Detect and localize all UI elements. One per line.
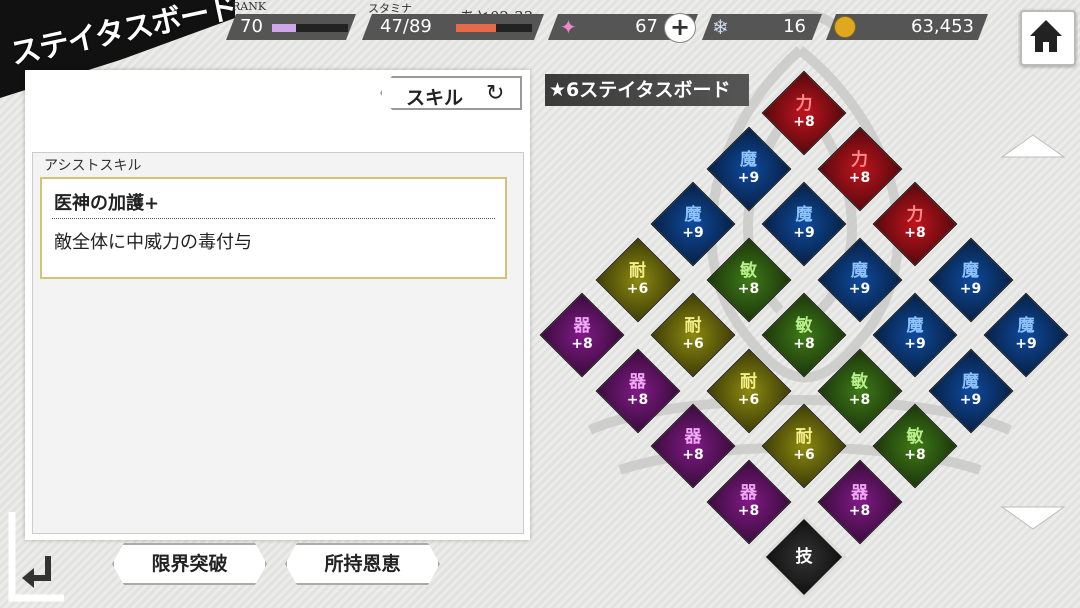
board-tile-value: +8: [848, 391, 871, 408]
board-tile-kind: 敏: [795, 316, 813, 336]
gem-count: 67: [635, 16, 658, 37]
board-tile-value: +9: [959, 391, 982, 408]
board-tile-value: +9: [793, 225, 815, 241]
board-tile-value: +8: [626, 391, 649, 408]
limit-break-button[interactable]: 限界突破: [112, 543, 267, 585]
scroll-down-button[interactable]: [1000, 505, 1066, 531]
board-tile-label: 技: [762, 515, 846, 599]
rank-bar-fill: [272, 24, 296, 32]
coin-count: 63,453: [911, 16, 974, 37]
chevron-down-icon: [1000, 506, 1066, 530]
skill-detail-box: 医神の加護+ 敵全体に中威力の毒付与: [40, 177, 507, 279]
board-tile-value: +8: [682, 447, 704, 463]
stamina-label: スタミナ: [368, 2, 412, 15]
crystal-panel: ❄ 16: [702, 14, 822, 40]
rank-bar: [272, 24, 348, 32]
stamina-bar-fill: [456, 24, 496, 32]
stamina-value: 47/89: [380, 16, 432, 37]
skill-divider: [52, 218, 495, 219]
board-tile-value: +8: [571, 336, 593, 352]
board-tile-kind: 敏: [906, 427, 924, 447]
board-tile-kind: 耐: [740, 371, 757, 392]
skill-name: 医神の加護+: [54, 193, 160, 214]
board-tile-kind: 器: [851, 482, 868, 503]
board-tile-kind: 器: [573, 316, 591, 336]
board-tile-value: +6: [793, 447, 815, 463]
board-tile-kind: 魔: [795, 205, 813, 225]
board-tile-value: +8: [848, 169, 871, 186]
board-tile-kind: 器: [684, 427, 702, 447]
rank-panel: 70: [226, 14, 356, 40]
board-tile-value: +6: [682, 336, 704, 352]
board-tile-value: +9: [682, 225, 704, 241]
board-tile-value: +8: [737, 280, 760, 297]
swap-icon: ↻: [486, 81, 505, 106]
plus-icon: +: [669, 13, 691, 41]
board-tile-kind: 魔: [851, 260, 868, 281]
rank-value: 70: [240, 16, 263, 37]
board-tile-kind: 魔: [906, 316, 924, 336]
board-tile-value: +6: [737, 391, 760, 408]
board-tile-value: +8: [904, 225, 926, 241]
skill-description: 敵全体に中威力の毒付与: [54, 232, 252, 253]
board-tile-kind: 器: [629, 371, 646, 392]
stamina-bar: [456, 24, 532, 32]
board-tile-value: +9: [1015, 336, 1037, 352]
owned-bonus-label: 所持恩恵: [324, 553, 401, 575]
back-button[interactable]: [8, 512, 68, 602]
chevron-up-icon: [1000, 134, 1066, 158]
board-tile-kind: 敏: [851, 371, 868, 392]
board-tile-value: +8: [793, 336, 815, 352]
board-tile-value: +9: [959, 280, 982, 297]
rank-label: RANK: [232, 0, 267, 13]
skill-toggle-button[interactable]: スキル ↻: [380, 76, 522, 110]
board-tile-kind: 魔: [962, 371, 979, 392]
board-tile-kind: 力: [795, 94, 813, 114]
assist-skill-label: アシストスキル: [44, 158, 142, 174]
board-tile-value: +9: [904, 336, 926, 352]
gem-icon: ✦: [560, 15, 577, 39]
board-tile-value: +8: [904, 447, 926, 463]
crystal-icon: ❄: [712, 15, 729, 39]
coin-icon: [834, 16, 856, 38]
board-tile-kind: 耐: [629, 260, 646, 281]
limit-break-label: 限界突破: [151, 553, 228, 575]
board-tile-value: +9: [848, 280, 871, 297]
board-tile-value: +6: [626, 280, 649, 297]
scroll-up-button[interactable]: [1000, 133, 1066, 159]
coin-panel: 63,453: [826, 14, 988, 40]
add-gem-button[interactable]: +: [664, 13, 696, 43]
board-tile-value: +8: [848, 502, 871, 519]
board-tile-kind: 魔: [962, 260, 979, 281]
board-tile-kind: 耐: [684, 316, 702, 336]
board-tile-kind: 魔: [740, 149, 757, 170]
board-tile-value: +9: [737, 169, 760, 186]
board-tile-kind: 技: [795, 547, 813, 567]
board-title: ★6ステイタスボード: [545, 74, 749, 106]
skill-toggle-label: スキル: [406, 87, 464, 109]
board-tile-kind: 耐: [795, 427, 813, 447]
board-tile-kind: 器: [740, 482, 757, 503]
board-tile-kind: 力: [851, 149, 868, 170]
board-tile-kind: 魔: [684, 205, 702, 225]
back-arrow-icon: [22, 556, 51, 588]
board-tile-kind: 敏: [740, 260, 757, 281]
board-tile-kind: 力: [906, 205, 924, 225]
board-tile-kind: 魔: [1017, 316, 1035, 336]
stamina-panel: 47/89: [362, 14, 544, 40]
board-tile-value: +8: [737, 502, 760, 519]
board-tile-value: +8: [793, 114, 815, 130]
crystal-count: 16: [783, 16, 806, 37]
home-icon: [1030, 20, 1062, 52]
home-button[interactable]: [1020, 10, 1076, 66]
owned-bonus-button[interactable]: 所持恩恵: [285, 543, 440, 585]
